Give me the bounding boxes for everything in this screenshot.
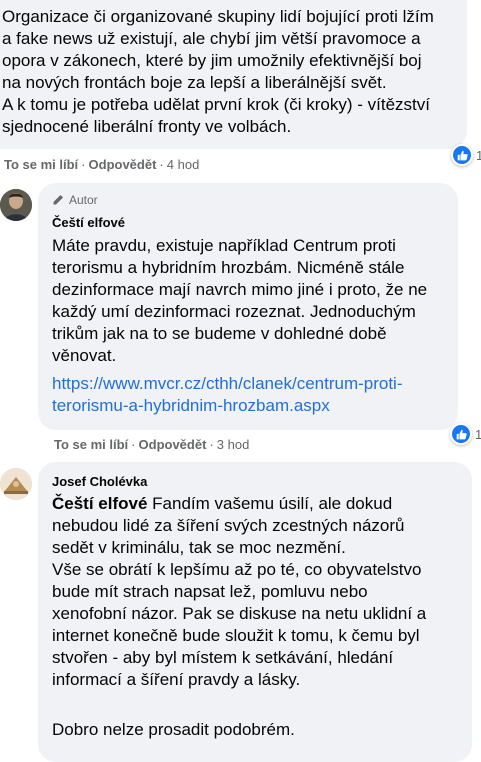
reply-action[interactable]: Odpovědět: [89, 157, 157, 172]
timestamp[interactable]: 3 hod: [217, 437, 250, 452]
avatar-image: [0, 468, 32, 500]
comment-author[interactable]: Josef Cholévka: [52, 473, 147, 490]
reaction-count: 1: [475, 427, 481, 442]
thumbs-up-icon: [456, 429, 467, 439]
thumbs-up-icon: [457, 150, 468, 160]
reaction-count: 1: [476, 148, 481, 163]
comment-author[interactable]: Čeští elfové: [52, 214, 125, 231]
like-action[interactable]: To se mi líbí: [54, 437, 128, 452]
comment-actions: To se mi líbí · Odpovědět · 3 hod: [54, 437, 250, 452]
avatar[interactable]: [0, 189, 32, 221]
comment-text-closing: Dobro nelze prosadit podobrém.: [52, 720, 295, 739]
reaction-badge[interactable]: [451, 144, 473, 166]
reply-action[interactable]: Odpovědět: [139, 437, 207, 452]
like-action[interactable]: To se mi líbí: [4, 157, 78, 172]
comment-text: Máte pravdu, existuje například Centrum …: [52, 236, 428, 365]
avatar[interactable]: [0, 468, 32, 500]
timestamp[interactable]: 4 hod: [167, 157, 200, 172]
reaction-badge[interactable]: [450, 423, 472, 445]
comment-bubble: Josef Cholévka Čeští elfové Fandím vašem…: [38, 462, 472, 762]
comment-link[interactable]: https://www.mvcr.cz/cthh/clanek/centrum-…: [52, 373, 457, 417]
comment-text: Organizace či organizované skupiny lidí …: [2, 7, 434, 136]
mention[interactable]: Čeští elfové: [52, 494, 147, 513]
avatar-image: [0, 189, 32, 221]
pencil-icon: [53, 195, 63, 205]
comment-text: Čeští elfové Fandím vašemu úsilí, ale do…: [52, 494, 427, 689]
author-badge: Autor: [52, 193, 98, 207]
comment-bubble: Autor Čeští elfové Máte pravdu, existuje…: [38, 183, 458, 430]
comment-actions: To se mi líbí · Odpovědět · 4 hod: [4, 157, 200, 172]
comment-bubble: Organizace či organizované skupiny lidí …: [0, 0, 467, 149]
